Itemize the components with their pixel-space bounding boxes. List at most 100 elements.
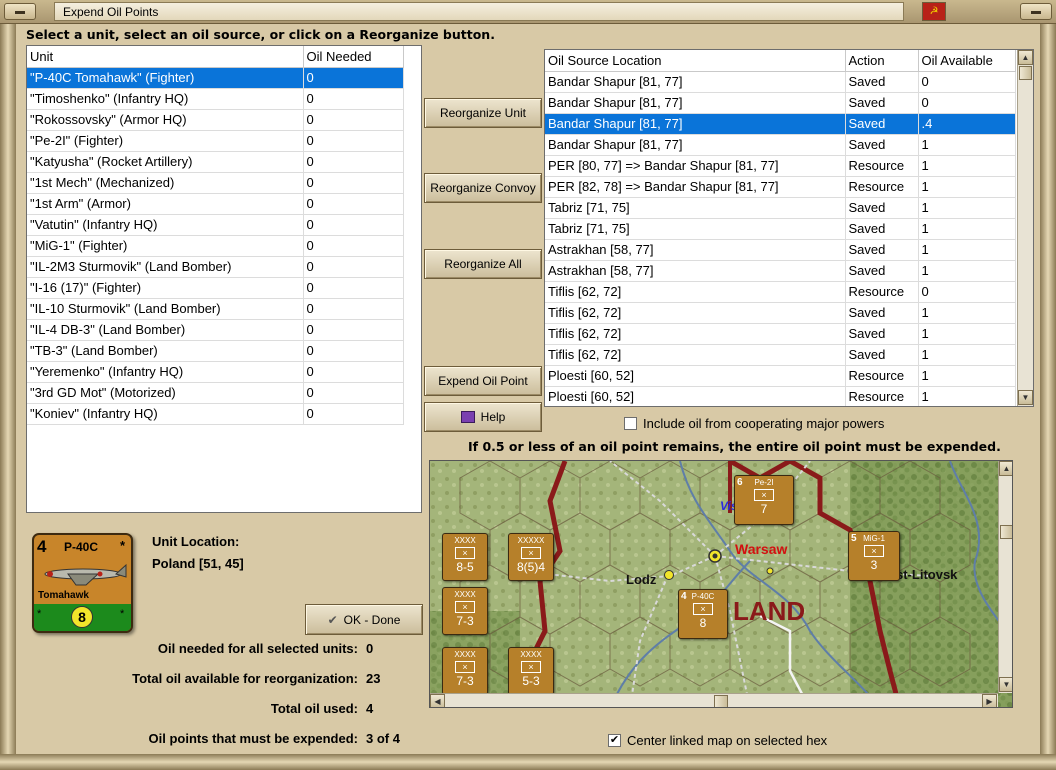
fighter-plane-icon	[44, 563, 127, 586]
unit-row[interactable]: "1st Arm" (Armor) 0	[27, 193, 404, 215]
oil-source-row[interactable]: Tiflis [62, 72] Saved 1	[545, 323, 1016, 345]
map-unit-name: XXXX	[520, 650, 542, 659]
include-coop-label[interactable]: Include oil from cooperating major power…	[643, 416, 884, 431]
map-label-warsaw: Warsaw	[735, 541, 788, 557]
unit-row[interactable]: "I-16 (17)" (Fighter) 0	[27, 277, 404, 299]
unit-name-cell: "Timoshenko" (Infantry HQ)	[27, 88, 304, 110]
map-hscroll-thumb[interactable]	[714, 695, 728, 707]
map-unit-strength: 4	[681, 591, 687, 602]
scroll-thumb[interactable]	[1019, 66, 1032, 80]
column-header-oil-available[interactable]: Oil Available	[918, 50, 1016, 72]
map-unit-name: Pe-2I	[754, 478, 774, 487]
close-button[interactable]: ▬	[1020, 3, 1052, 20]
unit-row[interactable]: "MiG-1" (Fighter) 0	[27, 235, 404, 257]
oil-source-row[interactable]: Astrakhan [58, 77] Saved 1	[545, 239, 1016, 261]
unit-row[interactable]: "Yeremenko" (Infantry HQ) 0	[27, 361, 404, 383]
unit-row[interactable]: "Pe-2I" (Fighter) 0	[27, 130, 404, 152]
oil-needed-cell: 0	[303, 277, 404, 299]
unit-row[interactable]: "3rd GD Mot" (Motorized) 0	[27, 382, 404, 404]
map-unit-name: XXXX	[454, 590, 476, 599]
menu-icon: ▬	[15, 6, 25, 17]
map-unit-strength: 5	[851, 533, 857, 544]
unit-row[interactable]: "IL-2M3 Sturmovik" (Land Bomber) 0	[27, 256, 404, 278]
map-unit-counter[interactable]: XXXX × 7-3	[442, 587, 488, 635]
oil-source-location-cell: Tabriz [71, 75]	[545, 197, 846, 219]
oil-source-row[interactable]: Bandar Shapur [81, 77] Saved 0	[545, 92, 1016, 114]
oil-source-row[interactable]: PER [80, 77] => Bandar Shapur [81, 77] Re…	[545, 155, 1016, 177]
oil-source-location-cell: PER [80, 77] => Bandar Shapur [81, 77]	[545, 155, 846, 177]
action-cell: Saved	[845, 218, 919, 240]
action-cell: Resource	[845, 281, 919, 303]
map-vertical-scrollbar[interactable]: ▲ ▼	[998, 461, 1012, 693]
map-unit-counter[interactable]: 5 MiG-1 × 3	[848, 531, 900, 581]
unit-row[interactable]: "P-40C Tomahawk" (Fighter) 0	[27, 67, 404, 89]
unit-row[interactable]: "Rokossovsky" (Armor HQ) 0	[27, 109, 404, 131]
map-scroll-right-arrow-icon[interactable]: ▶	[982, 694, 997, 707]
oil-source-row[interactable]: Tiflis [62, 72] Saved 1	[545, 302, 1016, 324]
oil-source-row[interactable]: Ploesti [60, 52] Resource 1	[545, 365, 1016, 387]
unit-location-value: Poland [51, 45]	[152, 556, 244, 571]
map-scroll-down-arrow-icon[interactable]: ▼	[999, 677, 1012, 692]
map-unit-counter[interactable]: XXXXX × 8(5)4	[508, 533, 554, 581]
oil-source-row[interactable]: Bandar Shapur [81, 77] Saved .4	[545, 113, 1016, 135]
mini-map[interactable]: Warsaw Lodz Vist LAND st-Litovsk 6 Pe-2I ×…	[429, 460, 1013, 708]
oil-source-location-cell: Ploesti [60, 52]	[545, 386, 846, 406]
units-table[interactable]: Unit Oil Needed "P-40C Tomahawk" (Fighte…	[26, 45, 422, 513]
oil-source-row[interactable]: Tiflis [62, 72] Resource 0	[545, 281, 1016, 303]
unit-row[interactable]: "TB-3" (Land Bomber) 0	[27, 340, 404, 362]
unit-row[interactable]: "Timoshenko" (Infantry HQ) 0	[27, 88, 404, 110]
center-linked-checkbox[interactable]: ✔	[608, 734, 621, 747]
reorganize-all-button[interactable]: Reorganize All	[424, 249, 542, 279]
map-vscroll-thumb[interactable]	[1000, 525, 1012, 539]
action-cell: Saved	[845, 92, 919, 114]
map-unit-factors: 7-3	[456, 614, 474, 628]
unit-name-cell: "IL-2M3 Sturmovik" (Land Bomber)	[27, 256, 304, 278]
oil-source-row[interactable]: Ploesti [60, 52] Resource 1	[545, 386, 1016, 406]
map-unit-counter[interactable]: 6 Pe-2I × 7	[734, 475, 794, 525]
oil-source-row[interactable]: Astrakhan [58, 77] Saved 1	[545, 260, 1016, 282]
column-header-action[interactable]: Action	[845, 50, 919, 72]
reorganize-convoy-button[interactable]: Reorganize Convoy	[424, 173, 542, 203]
map-scroll-up-arrow-icon[interactable]: ▲	[999, 461, 1012, 476]
unit-row[interactable]: "IL-4 DB-3" (Land Bomber) 0	[27, 319, 404, 341]
map-horizontal-scrollbar[interactable]: ◀ ▶	[430, 693, 998, 707]
column-header-oil-needed[interactable]: Oil Needed	[303, 46, 404, 68]
center-linked-label[interactable]: Center linked map on selected hex	[627, 733, 827, 748]
unit-row[interactable]: "IL-10 Sturmovik" (Land Bomber) 0	[27, 298, 404, 320]
map-unit-name: XXXXX	[517, 536, 545, 545]
unit-name-cell: "I-16 (17)" (Fighter)	[27, 277, 304, 299]
oil-source-row[interactable]: Tabriz [71, 75] Saved 1	[545, 218, 1016, 240]
counter-star: *	[120, 538, 126, 553]
column-header-oil-source-location[interactable]: Oil Source Location	[545, 50, 846, 72]
oil-available-cell: 1	[918, 155, 1016, 177]
unit-name-cell: "Pe-2I" (Fighter)	[27, 130, 304, 152]
reorganize-unit-button[interactable]: Reorganize Unit	[424, 98, 542, 128]
map-unit-counter[interactable]: 4 P-40C × 8	[678, 589, 728, 639]
system-menu-button[interactable]: ▬	[4, 3, 36, 20]
scroll-up-arrow-icon[interactable]: ▲	[1018, 50, 1033, 65]
ok-done-button[interactable]: ✔ OK - Done	[305, 604, 423, 635]
map-unit-counter[interactable]: XXXX × 5-3	[508, 647, 554, 695]
map-unit-counter[interactable]: XXXX × 8-5	[442, 533, 488, 581]
oil-needed-cell: 0	[303, 319, 404, 341]
oil-source-row[interactable]: Tabriz [71, 75] Saved 1	[545, 197, 1016, 219]
rule-note: If 0.5 or less of an oil point remains, …	[468, 439, 1001, 454]
unit-row[interactable]: "1st Mech" (Mechanized) 0	[27, 172, 404, 194]
oil-source-row[interactable]: PER [82, 78] => Bandar Shapur [81, 77] Re…	[545, 176, 1016, 198]
oil-sources-scrollbar[interactable]: ▲ ▼	[1017, 50, 1033, 406]
unit-row[interactable]: "Vatutin" (Infantry HQ) 0	[27, 214, 404, 236]
map-unit-counter[interactable]: XXXX × 7-3	[442, 647, 488, 695]
oil-source-row[interactable]: Bandar Shapur [81, 77] Saved 0	[545, 71, 1016, 93]
oil-sources-table[interactable]: Oil Source Location Action Oil Available…	[544, 49, 1034, 407]
column-header-unit[interactable]: Unit	[27, 46, 304, 68]
oil-source-row[interactable]: Bandar Shapur [81, 77] Saved 1	[545, 134, 1016, 156]
unit-row[interactable]: "Koniev" (Infantry HQ) 0	[27, 403, 404, 425]
include-coop-checkbox[interactable]	[624, 417, 637, 430]
oil-needed-cell: 0	[303, 172, 404, 194]
scroll-down-arrow-icon[interactable]: ▼	[1018, 390, 1033, 405]
oil-source-row[interactable]: Tiflis [62, 72] Saved 1	[545, 344, 1016, 366]
help-button[interactable]: Help	[424, 402, 542, 432]
expend-oil-point-button[interactable]: Expend Oil Point	[424, 366, 542, 396]
unit-row[interactable]: "Katyusha" (Rocket Artillery) 0	[27, 151, 404, 173]
map-scroll-left-arrow-icon[interactable]: ◀	[430, 694, 445, 707]
